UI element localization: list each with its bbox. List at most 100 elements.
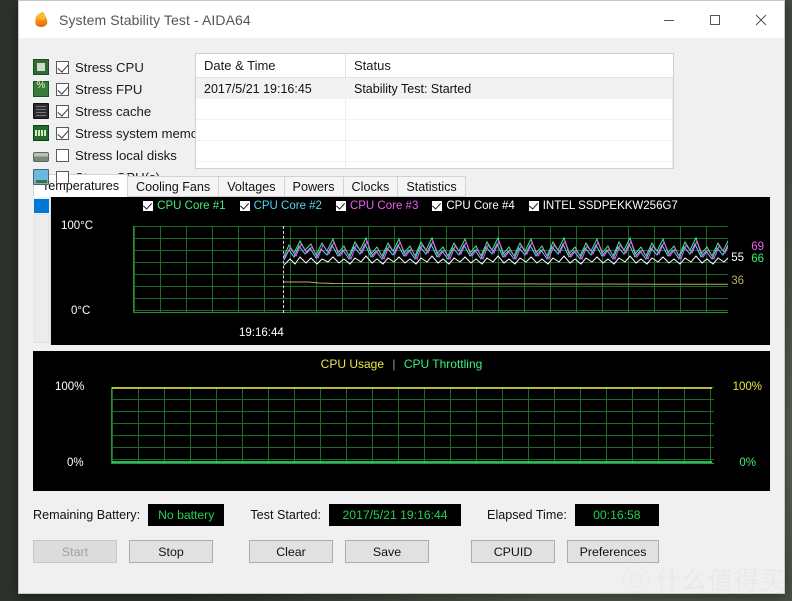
cpu-usage-chart: CPU Usage | CPU Throttling 100% 0% 100% … bbox=[33, 351, 770, 491]
tab-cooling-fans[interactable]: Cooling Fans bbox=[127, 176, 220, 197]
stress-fpu-checkbox[interactable] bbox=[56, 82, 69, 96]
stress-memory-checkbox[interactable] bbox=[56, 126, 69, 140]
minimize-icon bbox=[664, 19, 674, 21]
title-bar: System Stability Test - AIDA64 bbox=[19, 1, 784, 39]
stress-disks-checkbox[interactable] bbox=[56, 148, 69, 162]
elapsed-time-value: 00:16:58 bbox=[574, 504, 659, 526]
temperature-plot-area: CPU Core #1 CPU Core #2 CPU Core #3 CPU … bbox=[51, 197, 770, 345]
legend-checkbox[interactable] bbox=[335, 201, 346, 211]
top-section: Stress CPU Stress FPU Stress cache Stres… bbox=[19, 39, 784, 185]
legend-checkbox[interactable] bbox=[432, 201, 443, 211]
legend-label: INTEL SSDPEKKW256G7 bbox=[542, 200, 678, 212]
tab-statistics[interactable]: Statistics bbox=[397, 176, 466, 197]
usage-chart-legend: CPU Usage | CPU Throttling bbox=[33, 357, 770, 371]
battery-label: Remaining Battery: bbox=[33, 508, 141, 522]
start-button[interactable]: Start bbox=[33, 540, 117, 563]
trace-ssd bbox=[284, 281, 728, 285]
legend-item-core1[interactable]: CPU Core #1 bbox=[143, 200, 226, 212]
fpu-icon bbox=[33, 80, 49, 97]
memory-icon bbox=[33, 125, 49, 141]
usage-axis-max-label-right: 100% bbox=[732, 381, 762, 393]
column-header-status[interactable]: Status bbox=[346, 54, 673, 77]
tab-powers[interactable]: Powers bbox=[283, 176, 344, 197]
stress-option-label: Stress system memory bbox=[75, 125, 210, 141]
legend-checkbox[interactable] bbox=[528, 201, 539, 211]
stress-options-list: Stress CPU Stress FPU Stress cache Stres… bbox=[19, 53, 209, 185]
table-row-empty bbox=[196, 141, 673, 162]
legend-item-core3[interactable]: CPU Core #3 bbox=[335, 200, 419, 212]
trace-core4 bbox=[283, 255, 728, 266]
status-strip: Remaining Battery: No battery Test Start… bbox=[19, 500, 784, 530]
stress-cpu-checkbox[interactable] bbox=[56, 60, 69, 74]
clear-button[interactable]: Clear bbox=[249, 540, 333, 563]
stress-option-label: Stress local disks bbox=[75, 147, 177, 163]
close-icon bbox=[755, 14, 767, 25]
table-row-empty bbox=[196, 120, 673, 141]
window-title: System Stability Test - AIDA64 bbox=[59, 11, 251, 28]
tab-clocks[interactable]: Clocks bbox=[342, 176, 399, 197]
usage-axis-min-label: 0% bbox=[67, 457, 84, 469]
maximize-button[interactable] bbox=[692, 1, 738, 39]
stress-gpu-checkbox[interactable] bbox=[56, 170, 69, 184]
temperature-scrollbar[interactable] bbox=[33, 197, 51, 345]
usage-traces bbox=[112, 387, 714, 464]
table-row-empty bbox=[196, 162, 673, 168]
tab-voltages[interactable]: Voltages bbox=[218, 176, 285, 197]
battery-value: No battery bbox=[148, 504, 225, 526]
legend-item-core4[interactable]: CPU Core #4 bbox=[432, 200, 515, 212]
usage-axis-max-label: 100% bbox=[55, 381, 85, 393]
maximize-icon bbox=[710, 14, 720, 25]
legend-label: CPU Core #3 bbox=[349, 200, 419, 212]
temperature-chart: CPU Core #1 CPU Core #2 CPU Core #3 CPU … bbox=[33, 197, 770, 345]
cpu-icon bbox=[33, 59, 49, 75]
legend-item-ssd[interactable]: INTEL SSDPEKKW256G7 bbox=[528, 200, 678, 212]
temp-value-core1: 66 bbox=[751, 253, 764, 265]
cell-status: Stability Test: Started bbox=[346, 78, 673, 99]
disk-icon bbox=[33, 151, 49, 162]
test-started-label: Test Started: bbox=[250, 508, 322, 522]
temperature-legend: CPU Core #1 CPU Core #2 CPU Core #3 CPU … bbox=[51, 200, 770, 212]
cache-icon bbox=[33, 103, 49, 119]
scrollbar-thumb[interactable] bbox=[34, 199, 49, 213]
legend-label-cpu-usage[interactable]: CPU Usage bbox=[321, 357, 384, 371]
minimize-button[interactable] bbox=[646, 1, 692, 39]
button-bar: Start Stop Clear Save CPUID Preferences bbox=[19, 540, 784, 563]
flame-icon bbox=[33, 11, 49, 28]
tab-bar: Temperatures Cooling Fans Voltages Power… bbox=[33, 174, 784, 197]
usage-axis-min-label-right: 0% bbox=[739, 457, 756, 469]
legend-item-core2[interactable]: CPU Core #2 bbox=[239, 200, 322, 212]
close-button[interactable] bbox=[738, 1, 784, 39]
temp-axis-max-label: 100°C bbox=[61, 220, 94, 232]
stress-option-cache[interactable]: Stress cache bbox=[33, 101, 195, 121]
log-table[interactable]: Date & Time Status 2017/5/21 19:16:45 St… bbox=[195, 53, 674, 169]
cpuid-button[interactable]: CPUID bbox=[471, 540, 555, 563]
legend-label: CPU Core #1 bbox=[157, 200, 226, 212]
stress-option-label: Stress cache bbox=[75, 103, 152, 119]
temp-value-core4: 55 bbox=[731, 252, 744, 264]
table-row-empty bbox=[196, 99, 673, 120]
temp-value-core3: 69 bbox=[751, 241, 764, 253]
legend-label-cpu-throttling[interactable]: CPU Throttling bbox=[404, 357, 482, 371]
temperature-traces bbox=[134, 226, 728, 313]
cell-datetime: 2017/5/21 19:16:45 bbox=[196, 78, 346, 99]
save-button[interactable]: Save bbox=[345, 540, 429, 563]
stress-option-disks[interactable]: Stress local disks bbox=[33, 145, 195, 165]
legend-checkbox[interactable] bbox=[143, 201, 154, 211]
stress-option-memory[interactable]: Stress system memory bbox=[33, 123, 209, 143]
usage-trace-svg bbox=[112, 387, 712, 463]
stress-option-cpu[interactable]: Stress CPU bbox=[33, 57, 195, 77]
temp-axis-min-label: 0°C bbox=[71, 305, 91, 317]
legend-checkbox[interactable] bbox=[239, 201, 250, 211]
table-row[interactable]: 2017/5/21 19:16:45 Stability Test: Start… bbox=[196, 78, 673, 99]
graph-panels: CPU Core #1 CPU Core #2 CPU Core #3 CPU … bbox=[19, 197, 784, 491]
stress-option-fpu[interactable]: Stress FPU bbox=[33, 79, 195, 99]
stress-cache-checkbox[interactable] bbox=[56, 104, 69, 118]
elapsed-time-label: Elapsed Time: bbox=[487, 508, 567, 522]
log-table-header: Date & Time Status bbox=[196, 54, 673, 78]
column-header-datetime[interactable]: Date & Time bbox=[196, 54, 346, 77]
temperature-trace-svg bbox=[283, 236, 728, 285]
stop-button[interactable]: Stop bbox=[129, 540, 213, 563]
preferences-button[interactable]: Preferences bbox=[567, 540, 659, 563]
gpu-icon bbox=[33, 169, 49, 185]
stress-option-label: Stress CPU bbox=[75, 59, 144, 75]
